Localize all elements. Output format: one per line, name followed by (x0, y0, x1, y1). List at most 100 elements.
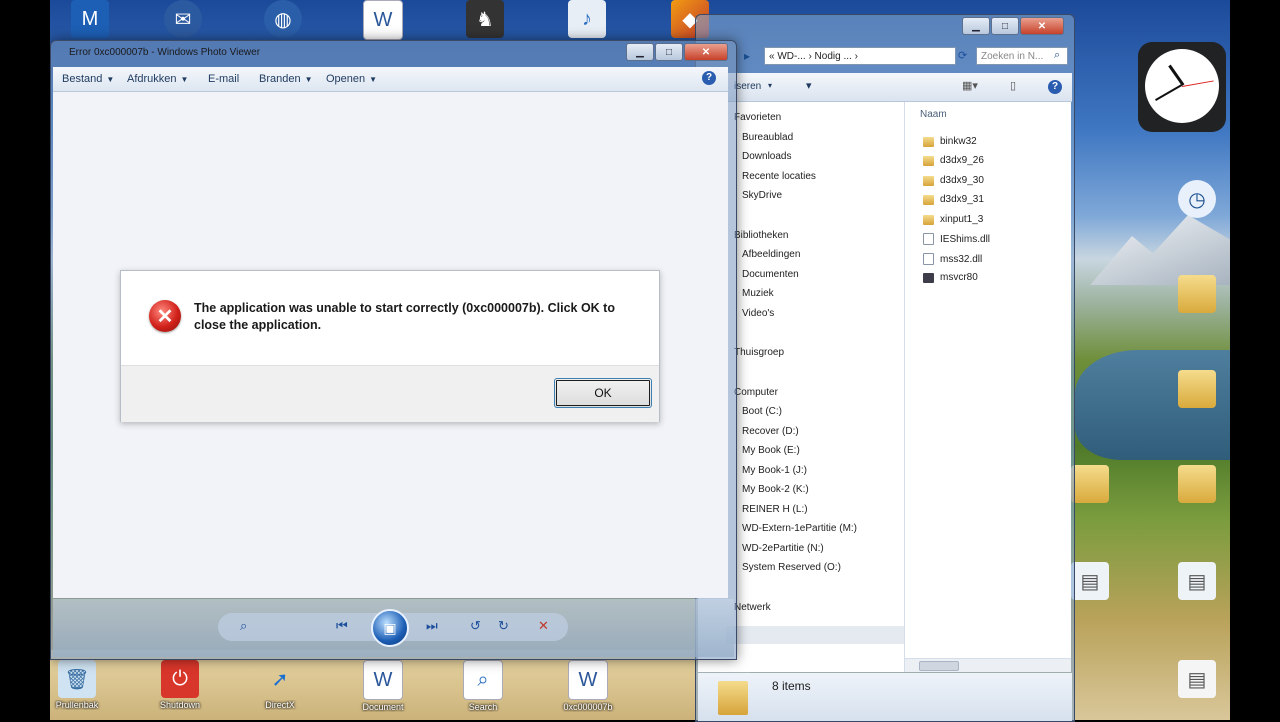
nav-item-bibliotheken[interactable]: Bibliotheken (734, 230, 788, 241)
menu-bestand[interactable]: Bestand ▼ (62, 73, 114, 85)
desktop-icon-maxthon[interactable]: M (55, 0, 125, 38)
desktop-icon-word[interactable]: W (348, 0, 418, 40)
close-button[interactable]: ✕ (1020, 17, 1064, 35)
desktop-icon-document[interactable]: W Document (348, 660, 418, 712)
file-item[interactable]: binkw32 (923, 136, 977, 147)
menu-label: Bestand (62, 73, 103, 85)
desktop-icon-shutdown[interactable]: ⏻ Shutdown (145, 660, 215, 710)
nav-item-skydrive[interactable]: SkyDrive (742, 190, 782, 201)
nav-item-drive-d[interactable]: Recover (D:) (742, 426, 799, 437)
preview-pane-icon[interactable]: ▯ (1010, 79, 1016, 92)
menu-label: Openen (326, 73, 366, 85)
help-icon[interactable]: ? (702, 71, 716, 85)
minimize-button[interactable]: ▁ (626, 43, 654, 61)
desktop-icon-error-doc[interactable]: W 0xc000007b (553, 660, 623, 712)
maximize-button[interactable]: □ (991, 17, 1019, 35)
desktop-icon-doc-2[interactable]: ▤ (1162, 562, 1230, 600)
nav-item-drive-j[interactable]: My Book-1 (J:) (742, 465, 807, 476)
zoom-icon[interactable]: ⌕ (240, 618, 247, 634)
folder-icon (1178, 465, 1216, 503)
file-item[interactable]: xinput1_3 (923, 214, 983, 225)
slideshow-button[interactable]: ▣ (371, 609, 409, 647)
previous-icon[interactable]: ⏮ (336, 618, 348, 634)
scrollbar-thumb[interactable] (919, 661, 959, 671)
playback-bar: ⌕ ⏮ ▣ ⏭ ↺ ↻ ✕ (53, 599, 734, 657)
desktop-icon-label: Search (468, 702, 498, 712)
clock-icon: ◷ (1178, 180, 1216, 218)
desktop-icon-search[interactable]: ⌕ Search (448, 660, 518, 712)
file-item[interactable]: msvcr80 (923, 272, 978, 283)
desktop-icon-nieuw[interactable] (1162, 275, 1230, 313)
desktop-icon-doc-3[interactable]: ▤ (1162, 660, 1230, 698)
globe-icon: ◍ (264, 0, 302, 38)
delete-icon[interactable]: ✕ (538, 618, 549, 634)
refresh-icon[interactable]: ⟳ (958, 49, 967, 62)
nav-item-videos[interactable]: Video's (742, 308, 774, 319)
desktop-icon-directx[interactable]: ➚ DirectX (245, 660, 315, 711)
dll-file-icon (923, 253, 934, 265)
desktop-icon-clock[interactable]: ◷ (1162, 180, 1230, 218)
horizontal-scrollbar[interactable] (905, 658, 1071, 672)
nav-item-drive-c[interactable]: Boot (C:) (742, 406, 782, 417)
dropdown-arrow-icon[interactable]: ▾ (806, 79, 812, 92)
nav-item-muziek[interactable]: Muziek (742, 288, 774, 299)
next-icon[interactable]: ⏭ (426, 618, 438, 634)
ok-button[interactable]: OK (554, 378, 652, 408)
nav-item-thuisgroep[interactable]: Thuisgroep (734, 347, 784, 358)
nav-item-documenten[interactable]: Documenten (742, 269, 799, 280)
desktop-icon-label: 0xc000007b (563, 702, 613, 712)
nav-item-drive-m[interactable]: WD-Extern-1ePartitie (M:) (742, 523, 857, 534)
desktop-icon-google-earth[interactable]: ◍ (248, 0, 318, 38)
clock-second-hand (1182, 80, 1214, 87)
menu-branden[interactable]: Branden ▼ (259, 73, 313, 85)
maximize-button[interactable]: □ (655, 43, 683, 61)
rotate-right-icon[interactable]: ↻ (498, 618, 509, 634)
magnifier-icon: ⌕ (463, 660, 503, 700)
desktop-icon-folder-1[interactable] (1162, 370, 1230, 408)
nav-item-drive-n[interactable]: WD-2ePartitie (N:) (742, 543, 824, 554)
desktop-icon-game[interactable]: ♞ (450, 0, 520, 38)
nav-item-drive-l[interactable]: REINER H (L:) (742, 504, 808, 515)
nav-item-downloads[interactable]: Downloads (742, 151, 791, 162)
dll-file-icon (923, 233, 934, 245)
menu-afdrukken[interactable]: Afdrukken ▼ (127, 73, 188, 85)
folder-icon (923, 214, 934, 225)
file-item[interactable]: d3dx9_31 (923, 194, 984, 205)
menu-email[interactable]: E-mail (208, 73, 239, 85)
desktop-icon-folder-2[interactable] (1162, 465, 1230, 503)
application-icon (923, 272, 934, 283)
file-item[interactable]: mss32.dll (923, 253, 982, 265)
desktop-icon-thunderbird[interactable]: ✉ (148, 0, 218, 38)
file-item[interactable]: IEShims.dll (923, 233, 990, 245)
nav-item-bureaublad[interactable]: Bureaublad (742, 132, 793, 143)
file-item[interactable]: d3dx9_26 (923, 155, 984, 166)
folder-nav-icon: ▸ (744, 49, 751, 63)
nav-item-drive-o[interactable]: System Reserved (O:) (742, 562, 841, 573)
view-options-icon[interactable]: ▦▾ (962, 79, 978, 92)
chevron-down-icon[interactable]: ▾ (768, 81, 772, 90)
nav-item-afbeeldingen[interactable]: Afbeeldingen (742, 249, 800, 260)
file-name: d3dx9_26 (940, 155, 984, 166)
nav-item-computer[interactable]: Computer (734, 387, 778, 398)
clock-hour-hand (1168, 64, 1185, 86)
nav-item-netwerk[interactable]: Netwerk (734, 602, 771, 613)
rotate-left-icon[interactable]: ↺ (470, 618, 481, 634)
music-note-icon: ♪ (568, 0, 606, 38)
nav-item-recente-locaties[interactable]: Recente locaties (742, 171, 816, 182)
column-header-name[interactable]: Naam (920, 109, 947, 120)
nav-item-drive-k[interactable]: My Book-2 (K:) (742, 484, 809, 495)
organize-menu[interactable]: iseren (734, 81, 761, 92)
menu-openen[interactable]: Openen ▼ (326, 73, 377, 85)
recycle-bin-icon: 🗑 (58, 660, 96, 698)
address-bar[interactable]: « WD-... › Nodig ... › (764, 47, 956, 65)
close-button[interactable]: ✕ (684, 43, 728, 61)
desktop-icon-itunes[interactable]: ♪ (552, 0, 622, 38)
desktop-icon-recycle-bin[interactable]: 🗑 Prullenbak (50, 660, 112, 710)
nav-item-drive-e[interactable]: My Book (E:) (742, 445, 800, 456)
minimize-button[interactable]: ▁ (962, 17, 990, 35)
file-item[interactable]: d3dx9_30 (923, 175, 984, 186)
clock-gadget[interactable] (1138, 42, 1226, 132)
nav-item-favorieten[interactable]: Favorieten (734, 112, 781, 123)
help-icon[interactable]: ? (1048, 80, 1062, 94)
word-document-icon: W (568, 660, 608, 700)
